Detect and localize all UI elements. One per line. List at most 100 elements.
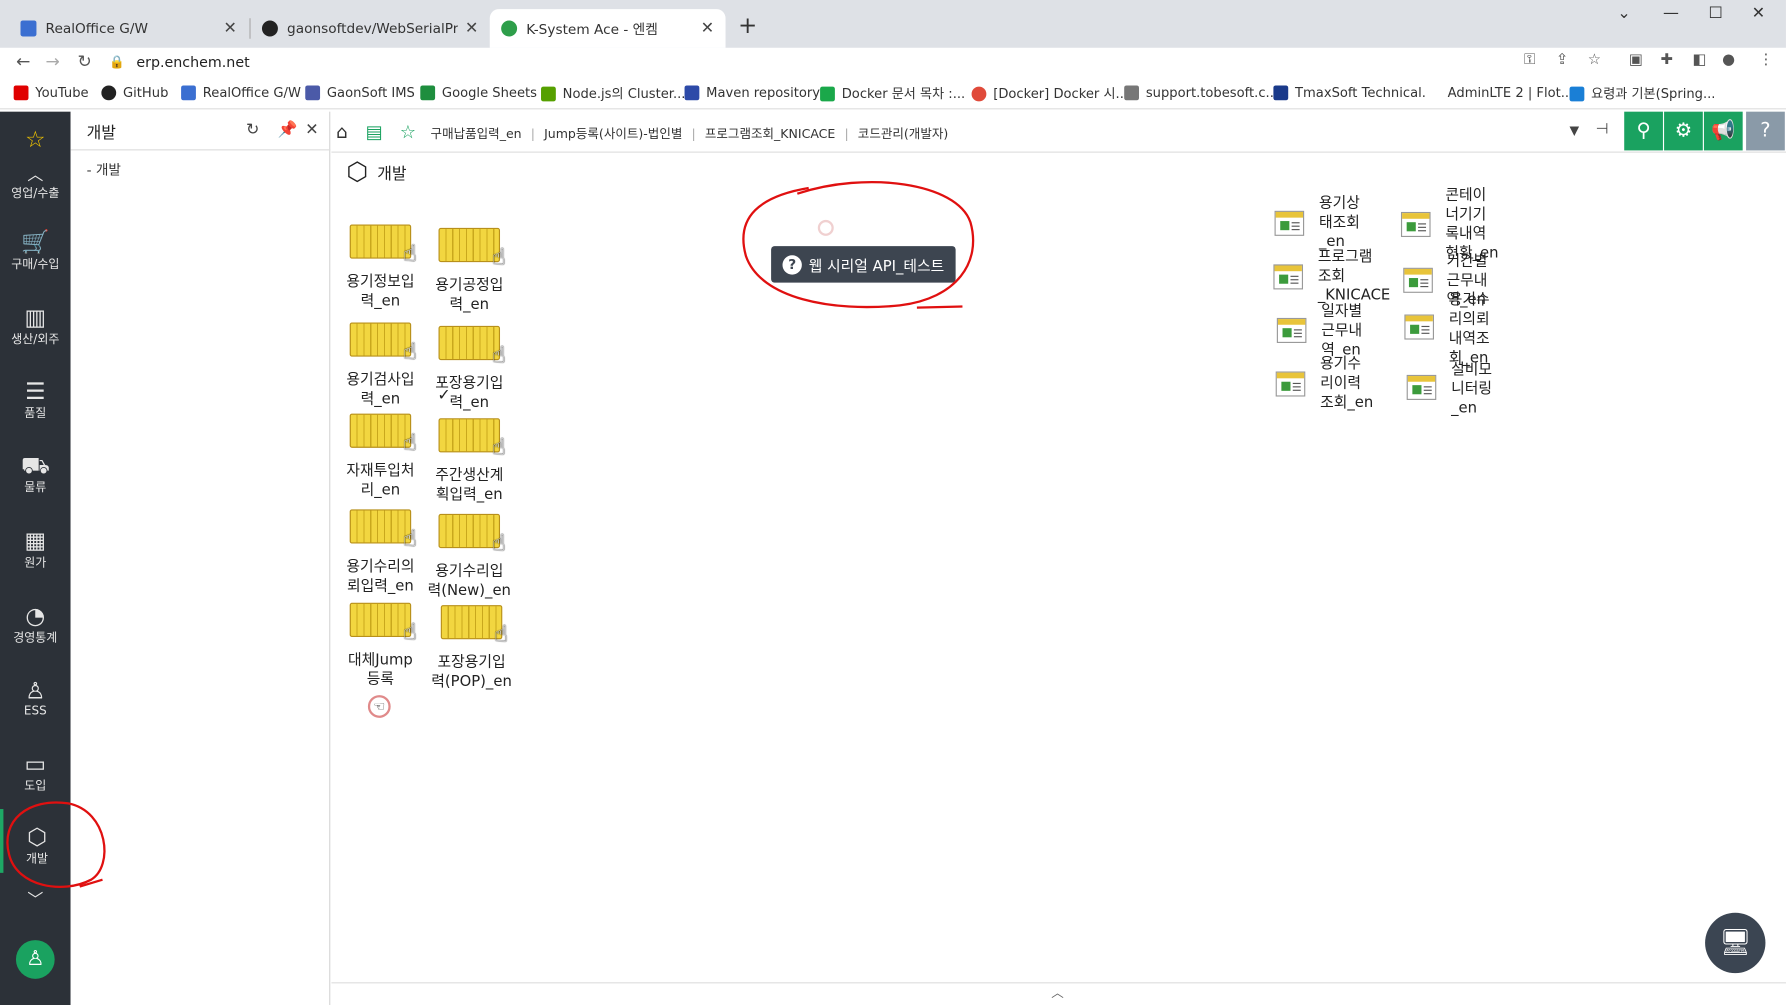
report-document-icon[interactable] bbox=[1400, 211, 1431, 238]
bookmark[interactable]: GaonSoft IMS bbox=[305, 84, 415, 100]
program-tile[interactable]: ☝ 자재투입처 리_en bbox=[335, 413, 426, 501]
maximize-icon[interactable]: ☐ bbox=[1709, 5, 1723, 23]
settings-button[interactable]: ⚙ bbox=[1664, 111, 1703, 151]
sidebar-item-intro[interactable]: ▭ 도입 bbox=[0, 750, 71, 794]
home-icon[interactable]: ⌂ bbox=[336, 121, 348, 143]
favorite-star-icon[interactable]: ☆ bbox=[400, 121, 416, 143]
bookmark[interactable]: [Docker] Docker 시... bbox=[971, 84, 1128, 102]
program-tile[interactable]: ☝ 용기수리의 뢰입력_en bbox=[335, 509, 426, 596]
back-icon[interactable]: ← bbox=[16, 51, 30, 72]
program-tile[interactable]: ☝ 주간생산계 획입력_en bbox=[424, 418, 515, 505]
new-tab-button[interactable]: + bbox=[738, 11, 757, 38]
report-label[interactable]: 용기상 태조회 _en bbox=[1319, 194, 1360, 252]
sidebar-item-stats[interactable]: ◔ 경영통계 bbox=[0, 602, 71, 646]
close-icon[interactable]: ✕ bbox=[701, 19, 714, 37]
help-button[interactable]: ? bbox=[1746, 111, 1785, 151]
bookmark[interactable]: TmaxSoft Technical... bbox=[1273, 84, 1434, 100]
program-tile[interactable]: ☝ 용기수리입 력(New)_en bbox=[424, 513, 515, 601]
user-avatar[interactable]: ♙ bbox=[0, 940, 71, 979]
share-icon[interactable]: ⇪ bbox=[1556, 51, 1568, 68]
bottom-bar: ︿ bbox=[331, 982, 1786, 1005]
bookmark[interactable]: RealOffice G/W bbox=[181, 84, 301, 100]
megaphone-icon: 📢 bbox=[1711, 119, 1736, 143]
favorites-star-icon[interactable]: ☆ bbox=[0, 125, 71, 152]
tile-label: 포장용기입 력(POP)_en bbox=[431, 654, 512, 691]
forward-icon[interactable]: → bbox=[46, 51, 60, 72]
report-document-icon[interactable] bbox=[1276, 317, 1307, 343]
report-document-icon[interactable] bbox=[1274, 210, 1305, 236]
reload-icon[interactable]: ↻ bbox=[77, 51, 91, 72]
bookmark[interactable]: GitHub bbox=[101, 84, 168, 100]
notice-button[interactable]: 📢 bbox=[1703, 111, 1743, 151]
refresh-icon[interactable]: ↻ bbox=[246, 121, 259, 139]
report-document-icon[interactable] bbox=[1273, 264, 1304, 290]
menu-icon[interactable]: ⋮ bbox=[1759, 51, 1774, 68]
browser-tab[interactable]: gaonsoftdev/WebSerialProvider ✕ bbox=[251, 9, 490, 48]
report-document-icon[interactable] bbox=[1275, 371, 1306, 397]
bookmark[interactable]: Maven repository bbox=[684, 84, 820, 100]
submenu-item[interactable]: - 개발 bbox=[87, 160, 121, 179]
bookmark[interactable]: Docker 문서 목차 :... bbox=[820, 84, 965, 102]
report-label[interactable]: 일자별 근무내 역_en bbox=[1321, 302, 1362, 360]
program-tile[interactable]: ☝ 용기검사입 력_en bbox=[335, 322, 426, 409]
remote-support-button[interactable]: 🖥 bbox=[1705, 912, 1766, 974]
open-tab[interactable]: 프로그램조회_KNICACE bbox=[705, 126, 835, 141]
open-tab[interactable]: Jump등록(사이트)-법인별 bbox=[544, 126, 682, 141]
extension-cast-icon[interactable]: ▣ bbox=[1629, 51, 1643, 68]
program-tile[interactable]: ☝ 용기정보입 력_en bbox=[335, 224, 426, 311]
caret-down-icon[interactable]: ▼ bbox=[1570, 123, 1580, 138]
chevron-down-icon[interactable]: ﹀ bbox=[0, 887, 71, 914]
bookmark[interactable]: Node.js의 Cluster... bbox=[541, 84, 685, 102]
report-label[interactable]: 용기수 리이력 조회_en bbox=[1320, 354, 1373, 412]
browser-tab-active[interactable]: K-System Ace - 엔켐 ✕ bbox=[489, 9, 726, 48]
url-field[interactable]: 🔒 erp.enchem.net bbox=[109, 48, 1510, 75]
sidebar-item-dev[interactable]: ⬡ 개발 bbox=[0, 809, 71, 873]
checkmark-icon: ✓ bbox=[437, 386, 451, 405]
program-tile[interactable]: ☝ 용기공정입 력_en bbox=[424, 227, 515, 315]
profile-avatar[interactable]: ● bbox=[1722, 51, 1735, 68]
tab-search-icon[interactable]: ⌄ bbox=[1617, 5, 1630, 23]
close-icon[interactable]: ✕ bbox=[465, 19, 478, 37]
sidebar-item-production[interactable]: ▥ 생산/외주 bbox=[0, 303, 71, 347]
web-serial-api-test-button[interactable]: ? 웹 시리얼 API_테스트 bbox=[771, 246, 956, 283]
vue-icon bbox=[541, 86, 556, 101]
folder-icon[interactable]: ▤ bbox=[366, 121, 383, 143]
sidebar-item-ess[interactable]: ♙ ESS bbox=[0, 677, 71, 718]
report-label[interactable]: 용기수 리의뢰 내역조 회_en bbox=[1449, 291, 1490, 368]
bookmark[interactable]: YouTube bbox=[13, 84, 89, 100]
program-tile[interactable]: ☝ 포장용기입 력(POP)_en bbox=[426, 605, 517, 692]
report-document-icon[interactable] bbox=[1406, 374, 1437, 400]
bookmark[interactable]: Google Sheets bbox=[420, 84, 537, 100]
sidebar-item-cost[interactable]: ▦ 원가 bbox=[0, 526, 71, 570]
program-tile[interactable]: ☝ 대체Jump 등록 bbox=[335, 602, 426, 690]
bookmark[interactable]: 요령과 기본(Spring... bbox=[1569, 84, 1715, 102]
report-label[interactable]: 설비모 니터링 _en bbox=[1451, 360, 1492, 418]
close-icon[interactable]: ✕ bbox=[224, 19, 237, 37]
module-sidebar: ☆ ︿ 영업/수출 🛒 구매/수입 ▥ 생산/외주 ☰ 품질 ⛟ 물류 ▦ 원가 ◔ 경영통계… bbox=[0, 111, 71, 1005]
star-icon[interactable]: ☆ bbox=[1588, 51, 1601, 68]
sidebar-item-logistics[interactable]: ⛟ 물류 bbox=[0, 451, 71, 495]
bookmark[interactable]: support.tobesoft.c... bbox=[1124, 84, 1278, 100]
chevron-up-icon[interactable]: ︿ bbox=[1051, 983, 1064, 1001]
pin-icon[interactable]: 📌 bbox=[278, 121, 298, 139]
bookmark-label: Node.js의 Cluster... bbox=[562, 85, 686, 102]
pin-icon[interactable]: ⊣ bbox=[1596, 121, 1609, 138]
open-tab[interactable]: 구매납품입력_en bbox=[431, 126, 522, 141]
window-close-icon[interactable]: ✕ bbox=[1752, 5, 1765, 23]
puzzle-icon[interactable]: ✚ bbox=[1661, 51, 1673, 68]
sidebar-item-purchase[interactable]: 🛒 구매/수입 bbox=[0, 228, 71, 272]
sidebar-item-sales[interactable]: ︿ 영업/수출 bbox=[0, 166, 71, 201]
minimize-icon[interactable]: — bbox=[1663, 5, 1679, 23]
key-icon[interactable]: ⚿ bbox=[1524, 51, 1535, 68]
bookmark[interactable]: AdminLTE 2 | Flot... bbox=[1426, 84, 1573, 100]
report-label[interactable]: 프로그램 조회 _KNICACE bbox=[1318, 247, 1390, 305]
browser-tab[interactable]: RealOffice G/W ✕ bbox=[9, 9, 248, 48]
report-document-icon[interactable] bbox=[1403, 267, 1433, 293]
open-tab[interactable]: 코드관리(개발자) bbox=[858, 126, 948, 141]
close-icon[interactable]: ✕ bbox=[305, 121, 318, 139]
bookmark-label: GitHub bbox=[123, 84, 169, 101]
sidebar-item-quality[interactable]: ☰ 품질 bbox=[0, 377, 71, 421]
search-button[interactable]: ⚲ bbox=[1624, 111, 1663, 151]
report-document-icon[interactable] bbox=[1404, 314, 1435, 340]
sidepanel-icon[interactable]: ◧ bbox=[1693, 51, 1707, 68]
